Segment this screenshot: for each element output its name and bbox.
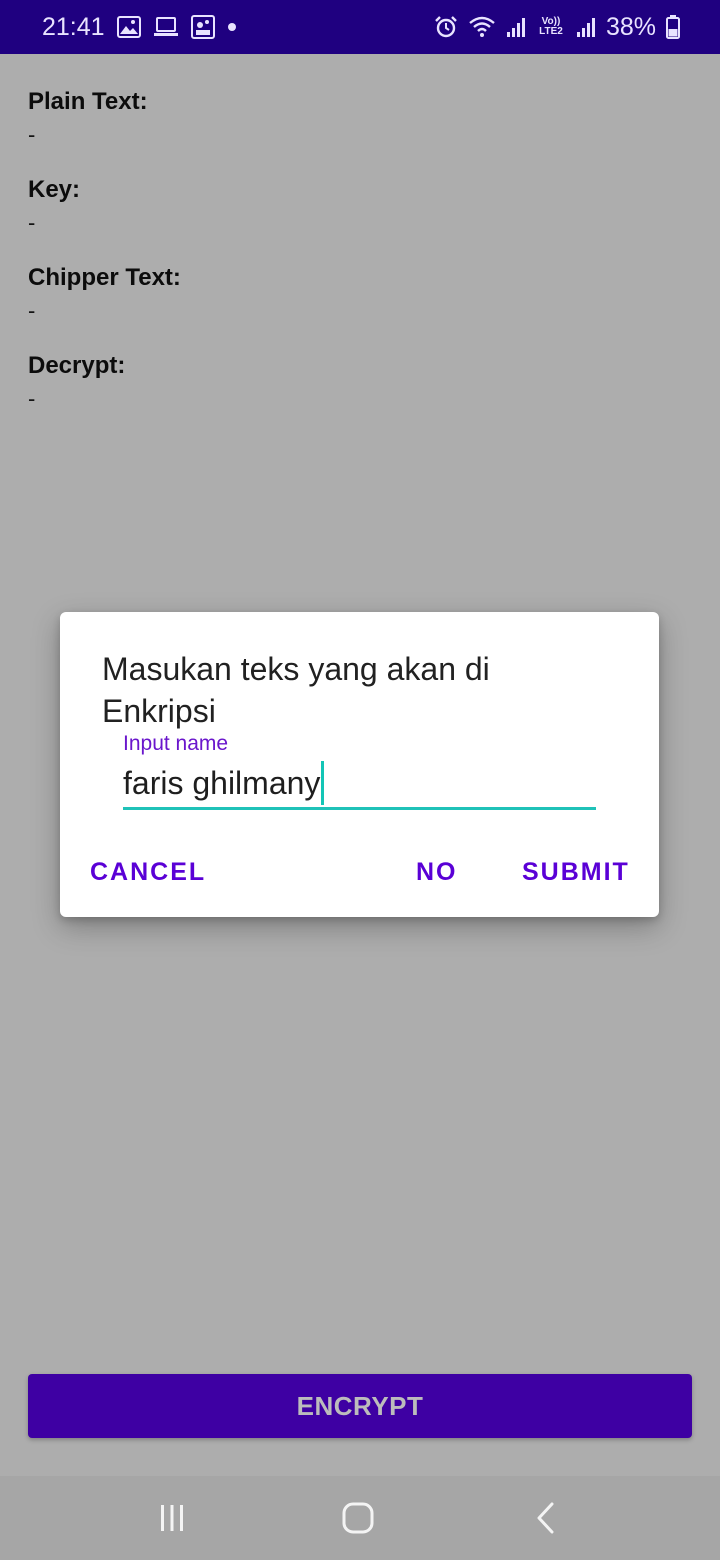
key-field: Key: - xyxy=(28,174,688,240)
status-left: 21:41 xyxy=(42,13,237,42)
no-button[interactable]: NO xyxy=(416,850,458,894)
chipper-text-field: Chipper Text: - xyxy=(28,262,688,328)
key-label: Key: xyxy=(28,176,81,203)
battery-percent: 38% xyxy=(605,12,656,41)
recents-icon[interactable] xyxy=(152,1498,192,1538)
game-icon xyxy=(190,15,215,39)
decrypt-value: - xyxy=(28,386,36,411)
plain-text-label: Plain Text: xyxy=(28,88,148,115)
status-time: 21:41 xyxy=(42,12,105,41)
wifi-icon xyxy=(468,16,496,38)
chipper-text-value: - xyxy=(28,298,36,323)
plain-text-value: - xyxy=(28,122,36,147)
name-input[interactable]: faris ghilmany xyxy=(123,758,596,810)
volte-icon: Vo)) LTE2 xyxy=(536,17,566,37)
dialog-title: Masukan teks yang akan di Enkripsi xyxy=(102,651,490,729)
key-value: - xyxy=(28,210,36,235)
signal-icon xyxy=(576,16,596,38)
laptop-icon xyxy=(153,16,179,38)
submit-button[interactable]: SUBMIT xyxy=(522,850,630,894)
input-value: faris ghilmany xyxy=(123,764,321,801)
status-bar: 21:41 Vo)) LTE2 38% xyxy=(0,0,720,54)
chipper-text-label: Chipper Text: xyxy=(28,264,181,291)
text-cursor xyxy=(321,760,325,805)
dot-icon xyxy=(227,22,237,32)
status-right: Vo)) LTE2 38% xyxy=(434,13,680,42)
input-dialog: Masukan teks yang akan di Enkripsi Input… xyxy=(60,612,659,917)
alarm-icon xyxy=(434,15,458,39)
plain-text-field: Plain Text: - xyxy=(28,86,688,152)
volte-label: Vo)) LTE2 xyxy=(539,16,563,37)
navigation-bar xyxy=(0,1476,720,1560)
gallery-icon xyxy=(116,16,141,38)
result-content: Plain Text: - Key: - Chipper Text: - Dec… xyxy=(28,86,688,438)
encrypt-button[interactable]: ENCRYPT xyxy=(28,1374,692,1438)
home-icon[interactable] xyxy=(338,1498,378,1538)
decrypt-label: Decrypt: xyxy=(28,352,126,379)
battery-icon xyxy=(666,15,680,39)
cancel-button[interactable]: CANCEL xyxy=(90,850,206,894)
signal-icon xyxy=(506,16,526,38)
back-icon[interactable] xyxy=(526,1498,566,1538)
input-label: Input name xyxy=(123,732,229,755)
decrypt-field: Decrypt: - xyxy=(28,350,688,416)
